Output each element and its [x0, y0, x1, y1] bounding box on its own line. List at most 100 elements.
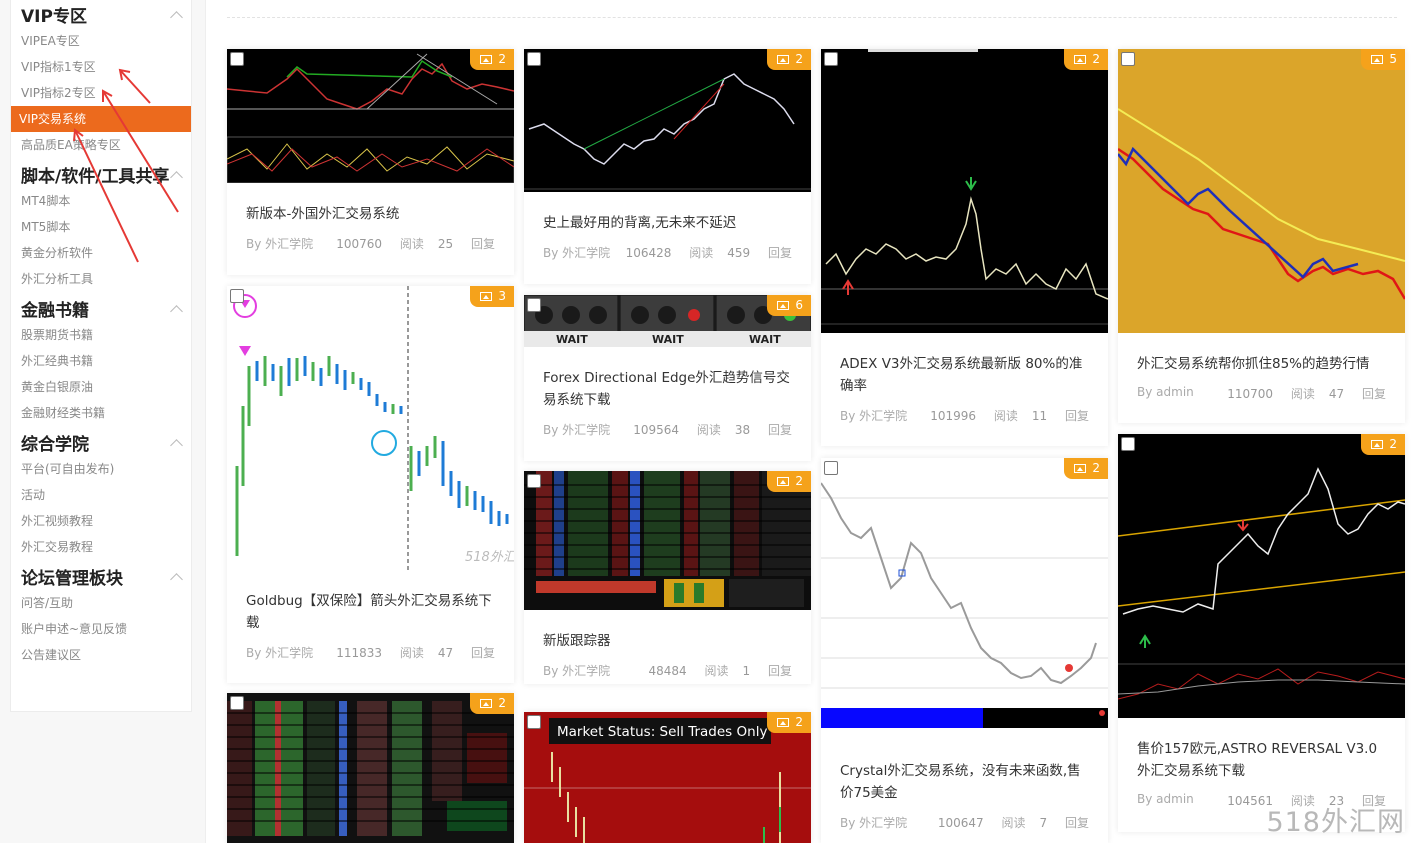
image-icon	[480, 55, 493, 64]
sidebar-item-video-tutorials[interactable]: 外汇视频教程	[21, 508, 191, 534]
post-card[interactable]: 518外汇 3 Goldbug【双保险】箭头外汇交易系统下载 By 外汇学院 11…	[227, 286, 514, 683]
select-checkbox[interactable]	[824, 52, 838, 66]
post-author[interactable]: 外汇学院	[562, 423, 610, 437]
chevron-up-icon[interactable]	[170, 304, 183, 318]
post-thumbnail[interactable]: WAIT WAIT WAIT 6	[524, 295, 811, 347]
post-thumbnail[interactable]: 2	[524, 49, 811, 192]
select-checkbox[interactable]	[230, 696, 244, 710]
post-author[interactable]: 外汇学院	[859, 409, 907, 423]
sidebar-item-quality-ea[interactable]: 高品质EA策略专区	[21, 132, 191, 158]
post-thumbnail[interactable]: 2	[227, 693, 514, 843]
post-thumbnail[interactable]: 2	[1118, 434, 1405, 718]
post-title[interactable]: Crystal外汇交易系统，没有未来函数,售价75美金	[840, 760, 1089, 804]
sidebar-item-finance-books[interactable]: 金融财经类书籍	[21, 400, 191, 426]
sidebar-group-header[interactable]: 综合学院	[21, 428, 191, 456]
select-checkbox[interactable]	[1121, 437, 1135, 451]
post-title[interactable]: ADEX V3外汇交易系统最新版 80%的准确率	[840, 353, 1089, 397]
sidebar-item-vipea[interactable]: VIPEA专区	[21, 28, 191, 54]
post-card[interactable]: 2 史上最好用的背离,无未来不延迟 By 外汇学院 106428 阅读 459 回复	[524, 49, 811, 284]
image-icon	[777, 718, 790, 727]
image-count-badge: 3	[470, 286, 514, 307]
post-title[interactable]: Goldbug【双保险】箭头外汇交易系统下载	[246, 590, 495, 634]
sidebar-item-mt4-scripts[interactable]: MT4脚本	[21, 188, 191, 214]
post-card[interactable]: 2 ADEX V3外汇交易系统最新版 80%的准确率 By 外汇学院 101996…	[821, 49, 1108, 446]
select-checkbox[interactable]	[527, 474, 541, 488]
post-author[interactable]: 外汇学院	[265, 237, 313, 251]
post-author[interactable]: 外汇学院	[859, 816, 907, 830]
sidebar-group-header[interactable]: VIP专区	[21, 0, 191, 28]
chevron-up-icon[interactable]	[170, 170, 183, 184]
signal-label: WAIT	[556, 333, 588, 346]
chevron-up-icon[interactable]	[170, 572, 183, 586]
select-checkbox[interactable]	[1121, 52, 1135, 66]
post-thumbnail[interactable]: 518外汇 3	[227, 286, 514, 570]
post-author[interactable]: 外汇学院	[562, 246, 610, 260]
select-checkbox[interactable]	[230, 52, 244, 66]
sidebar-group-books: 金融书籍 股票期货书籍 外汇经典书籍 黄金白银原油 金融财经类书籍	[11, 294, 191, 426]
image-icon	[777, 301, 790, 310]
post-card[interactable]: 2 Crystal外汇交易系统，没有未来函数,售价75美金 By 外汇学院 100…	[821, 458, 1108, 843]
chevron-up-icon[interactable]	[170, 438, 183, 452]
post-card[interactable]: 2 新版本-外国外汇交易系统 By 外汇学院 100760 阅读 25 回复	[227, 49, 514, 275]
select-checkbox[interactable]	[230, 289, 244, 303]
post-thumbnail[interactable]: 2	[821, 458, 1108, 740]
post-thumbnail[interactable]: 2	[524, 471, 811, 610]
select-checkbox[interactable]	[527, 52, 541, 66]
sidebar-item-mt5-scripts[interactable]: MT5脚本	[21, 214, 191, 240]
post-card[interactable]: Market Status: Sell Trades Only 2	[524, 712, 811, 843]
sidebar-item-vip-indicator-1[interactable]: VIP指标1专区	[21, 54, 191, 80]
post-title[interactable]: 外汇交易系统帮你抓住85%的趋势行情	[1137, 353, 1386, 375]
post-author[interactable]: admin	[1156, 385, 1194, 399]
post-title[interactable]: 新版本-外国外汇交易系统	[246, 203, 495, 225]
post-card[interactable]: 5 外汇交易系统帮你抓住85%的趋势行情 By admin 110700 阅读 47…	[1118, 49, 1405, 423]
sidebar-item-trading-tutorials[interactable]: 外汇交易教程	[21, 534, 191, 560]
post-card[interactable]: 2	[227, 693, 514, 843]
reply-count: 25	[437, 237, 454, 251]
sidebar-item-platform[interactable]: 平台(可自由发布)	[21, 456, 191, 482]
sidebar-item-events[interactable]: 活动	[21, 482, 191, 508]
post-title[interactable]: Forex Directional Edge外汇趋势信号交易系统下载	[543, 367, 792, 411]
post-thumbnail[interactable]: 2	[227, 49, 514, 183]
sidebar-group-header[interactable]: 金融书籍	[21, 294, 191, 322]
post-card[interactable]: WAIT WAIT WAIT 6 Forex Directional Edge外…	[524, 295, 811, 461]
post-thumbnail[interactable]: 2	[821, 49, 1108, 333]
image-icon	[1074, 464, 1087, 473]
market-status-text: Market Status: Sell Trades Only	[557, 724, 767, 740]
reply-count: 1	[742, 664, 751, 678]
post-card[interactable]: 2 新版跟踪器 By 外汇学院 48484 阅读 1 回复	[524, 471, 811, 684]
sidebar-item-forex-tools[interactable]: 外汇分析工具	[21, 266, 191, 292]
reply-count: 7	[1039, 816, 1048, 830]
sidebar-group-header[interactable]: 论坛管理板块	[21, 562, 191, 590]
sidebar-item-vip-indicator-2[interactable]: VIP指标2专区	[21, 80, 191, 106]
forum-page: VIP专区 VIPEA专区 VIP指标1专区 VIP指标2专区 VIP交易系统 …	[0, 0, 1413, 843]
post-author[interactable]: admin	[1156, 792, 1194, 806]
divider	[227, 17, 1397, 18]
sidebar-group-vip: VIP专区 VIPEA专区 VIP指标1专区 VIP指标2专区 VIP交易系统 …	[11, 0, 191, 158]
sidebar-item-announcements[interactable]: 公告建议区	[21, 642, 191, 668]
image-count-badge: 6	[767, 295, 811, 316]
select-checkbox[interactable]	[824, 461, 838, 475]
post-author[interactable]: 外汇学院	[562, 664, 610, 678]
image-count-badge: 2	[1064, 458, 1108, 479]
sidebar-item-feedback[interactable]: 账户申述~意见反馈	[21, 616, 191, 642]
post-author[interactable]: 外汇学院	[265, 646, 313, 660]
thumbnail-watermark: 518外汇	[465, 550, 514, 565]
post-thumbnail[interactable]: 5	[1118, 49, 1405, 333]
chevron-up-icon[interactable]	[170, 10, 183, 24]
sidebar-item-forex-books[interactable]: 外汇经典书籍	[21, 348, 191, 374]
select-checkbox[interactable]	[527, 298, 541, 312]
sidebar-item-qa[interactable]: 问答/互助	[21, 590, 191, 616]
sidebar-item-stock-books[interactable]: 股票期货书籍	[21, 322, 191, 348]
sidebar-item-gold-software[interactable]: 黄金分析软件	[21, 240, 191, 266]
post-thumbnail[interactable]: Market Status: Sell Trades Only 2	[524, 712, 811, 843]
post-title[interactable]: 售价157欧元,ASTRO REVERSAL V3.0外汇交易系统下载	[1137, 738, 1386, 782]
image-count-badge: 2	[1361, 434, 1405, 455]
select-checkbox[interactable]	[527, 715, 541, 729]
post-title[interactable]: 新版跟踪器	[543, 630, 792, 652]
image-count-badge: 2	[470, 49, 514, 70]
sidebar-group-header[interactable]: 脚本/软件/工具共享	[21, 160, 191, 188]
sidebar-item-vip-trading-system[interactable]: VIP交易系统	[11, 106, 191, 132]
post-card[interactable]: 2 售价157欧元,ASTRO REVERSAL V3.0外汇交易系统下载 By…	[1118, 434, 1405, 832]
post-title[interactable]: 史上最好用的背离,无未来不延迟	[543, 212, 792, 234]
sidebar-item-gold-oil[interactable]: 黄金白银原油	[21, 374, 191, 400]
